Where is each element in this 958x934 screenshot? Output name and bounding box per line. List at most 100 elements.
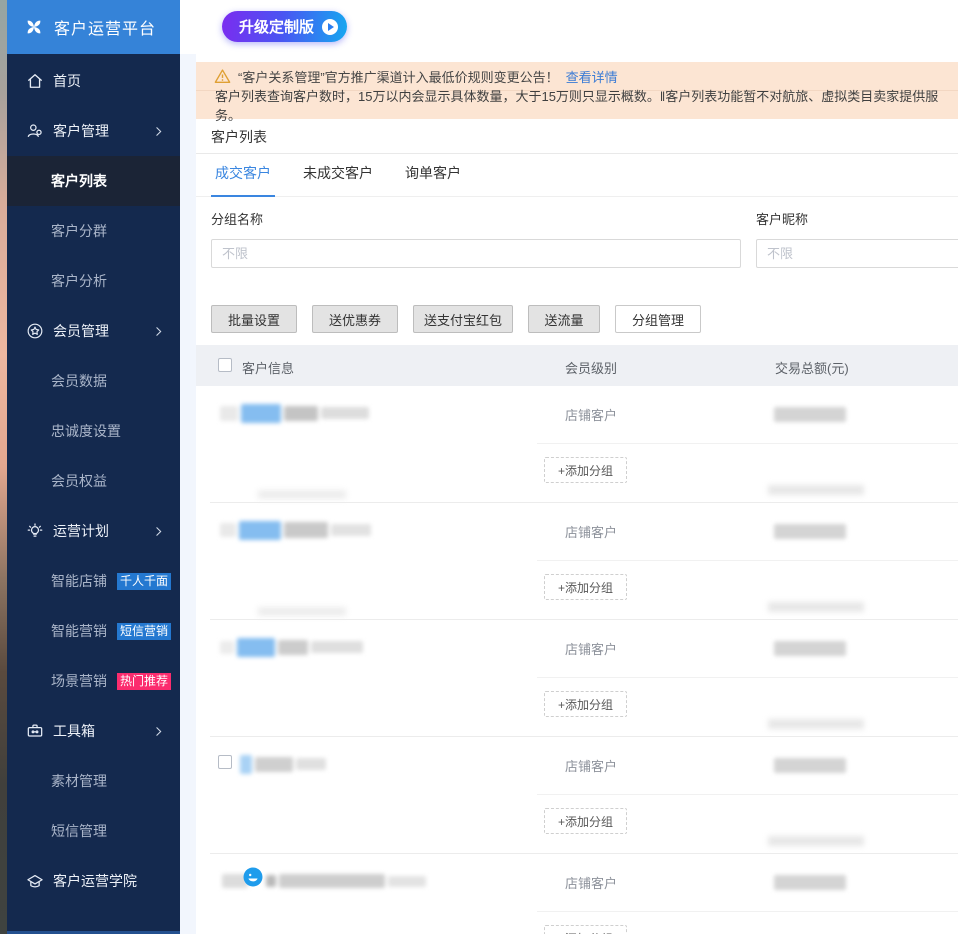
view-details-link[interactable]: 查看详情 [566,67,618,86]
send-alipay-redpacket-button[interactable]: 送支付宝红包 [413,305,513,333]
table-row: 店铺客户 +添加分组 [196,386,958,503]
sidebar-item-academy[interactable]: 客户运营学院 [7,856,180,906]
customer-info-redacted [220,635,363,659]
redacted-block [220,405,238,421]
group-manage-button[interactable]: 分组管理 [615,305,701,333]
send-coupon-button[interactable]: 送优惠券 [312,305,398,333]
upgrade-button-label: 升级定制版 [239,19,315,36]
sidebar-item-customer-analysis[interactable]: 客户分析 [7,256,180,306]
sidebar-item-material-mgmt[interactable]: 素材管理 [7,756,180,806]
sidebar-item-label: 场景营销 [51,673,107,689]
chevron-right-icon [152,725,165,738]
table-body: 店铺客户 +添加分组 店铺客户 +添加分组 店铺客户 +添加分组 店铺客户 +添加分组 店铺客户… [196,386,958,934]
row-inner-divider [537,794,958,795]
send-traffic-button[interactable]: 送流量 [528,305,600,333]
sidebar-item-smart-shop[interactable]: 智能店铺 千人千面 [7,556,180,606]
page-title: 客户列表 [211,128,267,145]
sidebar-item-customer-list[interactable]: 客户列表 [7,156,180,206]
sidebar-item-member-benefits[interactable]: 会员权益 [7,456,180,506]
sidebar-item-operation-plan[interactable]: 运营计划 [7,506,180,556]
sidebar-item-member-mgmt[interactable]: 会员管理 [7,306,180,356]
add-group-button[interactable]: +添加分组 [544,457,628,483]
redacted-block [237,637,275,657]
redacted-block [239,520,281,540]
table-row: 店铺客户 +添加分组 [196,503,958,620]
tab-non-deal-customers[interactable]: 未成交客户 [299,163,377,196]
desktop-edge-sliver [0,0,7,934]
customer-info-redacted [266,869,426,893]
sidebar-item-label: 客户管理 [53,123,109,139]
blur-artifact [768,602,864,612]
sidebar-item-label: 客户分群 [51,223,107,239]
sidebar-menu: 首页客户管理客户列表客户分群客户分析会员管理会员数据忠诚度设置会员权益运营计划智… [7,56,180,906]
add-group-button[interactable]: +添加分组 [544,691,628,717]
table-row: 店铺客户 +添加分组 [196,737,958,854]
chat-icon [243,867,263,887]
customer-nickname-input[interactable] [756,239,958,268]
menu-badge: 千人千面 [117,572,172,590]
customer-nickname-field: 客户昵称 [756,209,958,268]
bulk-setting-button[interactable]: 批量设置 [211,305,297,333]
tab-deal-customers[interactable]: 成交客户 [211,163,275,197]
sidebar-item-smart-marketing[interactable]: 智能营销 短信营销 [7,606,180,656]
member-level: 店铺客户 [565,876,618,891]
add-group-button[interactable]: +添加分组 [544,808,628,834]
redacted-block [266,875,276,887]
select-all-checkbox[interactable] [218,358,232,372]
redacted-block [284,522,328,538]
chevron-right-icon [152,125,165,138]
blur-artifact [258,607,346,616]
sidebar-item-label: 会员数据 [51,373,107,389]
customer-tabs: 成交客户 未成交客户 询单客户 [196,154,958,197]
play-icon [322,18,339,35]
sidebar-item-label: 运营计划 [53,523,109,539]
sidebar-item-customer-mgmt[interactable]: 客户管理 [7,106,180,156]
notice-line-2: 客户列表查询客户数时，15万以内会显示具体数量，大于15万则只显示概数。‖客户列… [196,89,958,123]
chevron-right-icon [152,525,165,538]
table-row: 店铺客户 +添加分组 [196,854,958,934]
column-member-level: 会员级别 [565,361,618,376]
table-header: 客户信息 会员级别 交易总额(元) [196,345,958,386]
menu-badge: 热门推荐 [117,672,172,690]
member-level: 店铺客户 [565,525,618,540]
upgrade-custom-edition-button[interactable]: 升级定制版 [222,11,348,42]
notice-text-2: 客户列表查询客户数时，15万以内会显示具体数量，大于15万则只显示概数。‖客户列… [215,89,939,123]
member-level: 店铺客户 [565,642,618,657]
sidebar-item-label: 客户分析 [51,273,107,289]
sidebar-item-label: 会员权益 [51,473,107,489]
menu-badge: 短信营销 [117,622,172,640]
sidebar-item-customer-groups[interactable]: 客户分群 [7,206,180,256]
amount-redacted [774,641,846,656]
group-name-field: 分组名称 [211,209,741,268]
add-group-button[interactable]: +添加分组 [544,574,628,600]
notice-banner: “客户关系管理”官方推广渠道计入最低价规则变更公告！ 查看详情 客户列表查询客户… [196,62,958,123]
sidebar-item-sms-mgmt[interactable]: 短信管理 [7,806,180,856]
amount-redacted [774,407,846,422]
group-name-input[interactable] [211,239,741,268]
sidebar-item-home[interactable]: 首页 [7,56,180,106]
home-icon [25,71,45,91]
page-header: 客户列表 [196,120,958,154]
sidebar-item-loyalty-settings[interactable]: 忠诚度设置 [7,406,180,456]
row-inner-divider [537,911,958,912]
redacted-block [220,523,236,537]
blur-artifact [768,836,864,846]
sidebar-item-member-data[interactable]: 会员数据 [7,356,180,406]
sidebar-item-label: 会员管理 [53,323,109,339]
sidebar-item-label: 客户列表 [51,173,107,189]
sidebar-item-scene-marketing[interactable]: 场景营销 热门推荐 [7,656,180,706]
member-level: 店铺客户 [565,759,618,774]
add-group-button[interactable]: +添加分组 [544,925,628,934]
plan-icon [25,521,45,541]
sidebar: 客户运营平台 首页 客户管理 客户列表 客户分群 客户分析 会员管理 会员数据 忠诚度设置 会员… [7,0,180,934]
redacted-block [220,640,234,654]
redacted-block [388,875,426,887]
sidebar-item-toolbox[interactable]: 工具箱 [7,706,180,756]
row-checkbox[interactable] [218,755,232,769]
redacted-block [296,758,326,770]
amount-redacted [774,524,846,539]
tab-inquiry-customers[interactable]: 询单客户 [401,163,465,196]
chevron-right-icon [152,325,165,338]
customer-info-redacted [220,518,371,542]
main-content: 升级定制版 “客户关系管理”官方推广渠道计入最低价规则变更公告！ 查看详情 客户… [196,0,958,934]
